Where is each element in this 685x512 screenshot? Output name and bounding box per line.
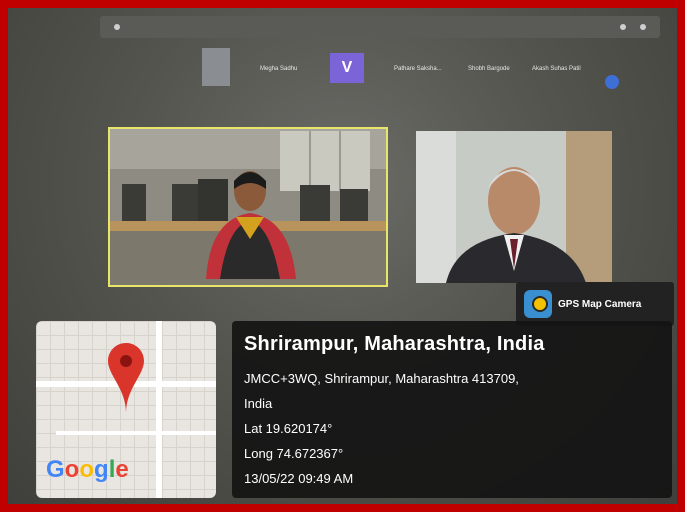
google-logo: Google [46, 456, 129, 484]
person-scene-illustration [416, 131, 612, 283]
google-logo-letter: o [64, 456, 80, 483]
gps-map-camera-badge: GPS Map Camera [516, 282, 674, 326]
longitude: Long 74.672367° [244, 446, 344, 461]
map-thumbnail: Google [36, 321, 216, 498]
meeting-top-bar [100, 16, 660, 38]
photo-frame: Megha Sadhu V Pathare Saksha... Shobh Ba… [0, 0, 685, 512]
map-road [156, 321, 162, 498]
office-scene-illustration [110, 129, 386, 285]
participant-name: Pathare Saksha... [394, 66, 442, 72]
video-tile-2 [416, 131, 612, 283]
participant-name: Akash Suhas Patil [532, 66, 581, 72]
google-logo-letter: g [94, 456, 109, 483]
google-logo-letter: o [79, 456, 95, 483]
location-info-panel: Shrirampur, Maharashtra, India JMCC+3WQ,… [232, 321, 672, 498]
video-tile-1 [108, 127, 388, 287]
location-title: Shrirampur, Maharashtra, India [244, 333, 545, 355]
latitude: Lat 19.620174° [244, 421, 333, 436]
google-logo-letter: e [115, 456, 129, 483]
address-line-2: India [244, 396, 273, 411]
window-control-icon [640, 24, 646, 30]
participant-name: Shobh Bargode [468, 66, 510, 72]
participant-avatar: V [330, 53, 364, 83]
status-dot [114, 24, 120, 30]
datetime: 13/05/22 09:49 AM [244, 471, 354, 486]
projected-screen-photo: Megha Sadhu V Pathare Saksha... Shobh Ba… [8, 8, 677, 504]
address-line-1: JMCC+3WQ, Shrirampur, Maharashtra 413709… [244, 371, 519, 386]
window-control-icon [620, 24, 626, 30]
map-pin-icon [108, 343, 144, 413]
participant-thumbnail [202, 48, 230, 86]
participants-strip: Megha Sadhu V Pathare Saksha... Shobh Ba… [168, 48, 628, 108]
google-logo-letter: G [46, 456, 65, 483]
map-road [56, 431, 216, 435]
more-participants-icon [605, 75, 619, 89]
gps-camera-app-icon [524, 290, 552, 318]
participant-name: Megha Sadhu [260, 66, 298, 72]
gps-badge-label: GPS Map Camera [558, 298, 642, 310]
